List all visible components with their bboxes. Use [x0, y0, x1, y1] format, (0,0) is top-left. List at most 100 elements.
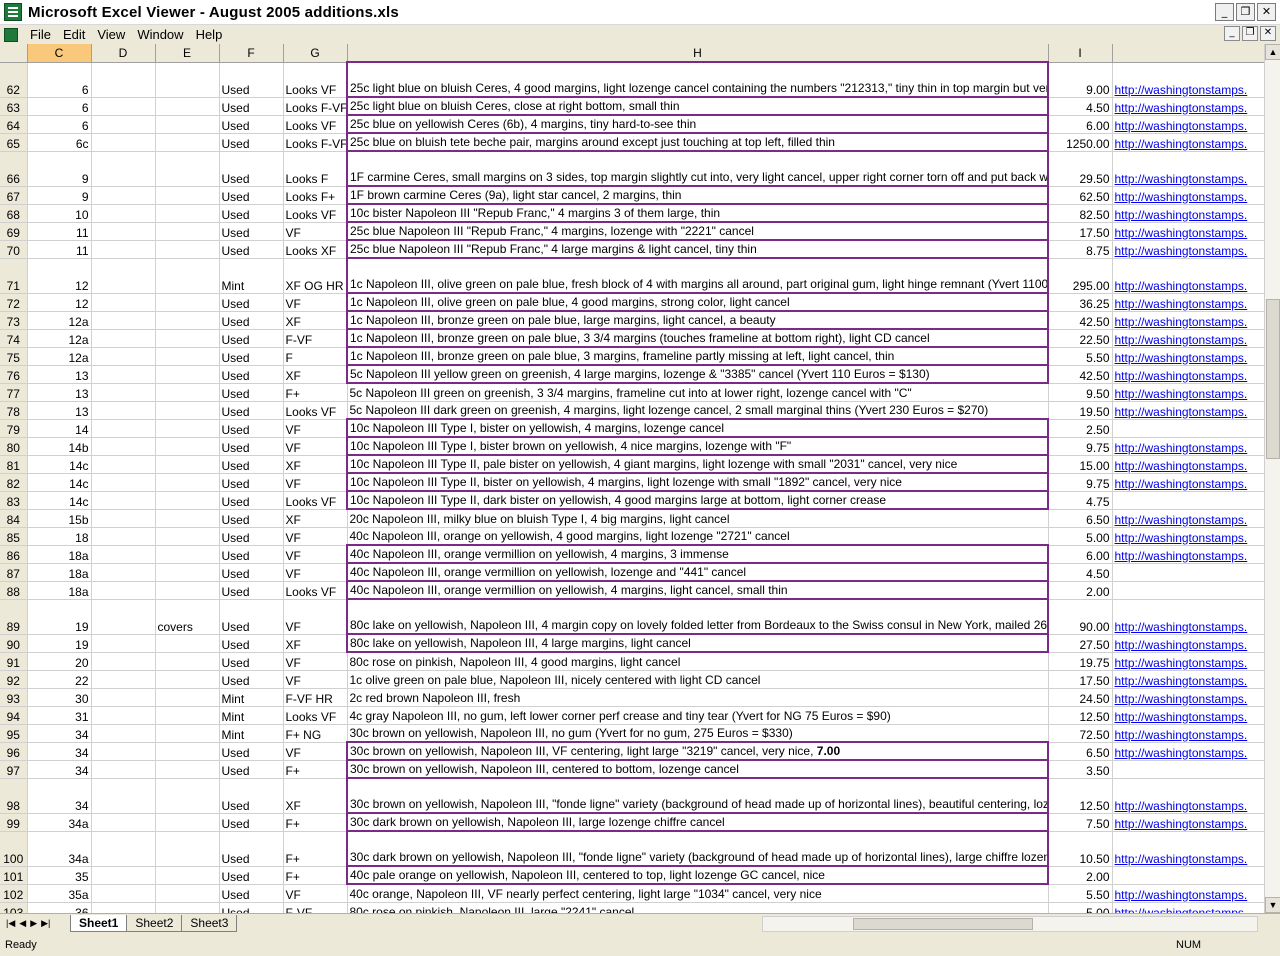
- cell-d[interactable]: [91, 437, 156, 456]
- cell-condition[interactable]: Used: [219, 652, 284, 671]
- cell-category[interactable]: [155, 527, 220, 546]
- cell-d[interactable]: [91, 813, 156, 832]
- cell-condition[interactable]: Used: [219, 491, 284, 510]
- cell-grade[interactable]: VF: [283, 545, 348, 564]
- cell-category[interactable]: [155, 365, 220, 384]
- cell-description[interactable]: 4c gray Napoleon III, no gum, left lower…: [347, 706, 1049, 725]
- cell-link[interactable]: http://washingtonstamps.: [1112, 831, 1264, 867]
- cell-price[interactable]: 9.50: [1048, 383, 1113, 402]
- cell-description[interactable]: 1c Napoleon III, olive green on pale blu…: [346, 257, 1049, 294]
- cell-scott-number[interactable]: 22: [27, 670, 92, 689]
- cell-description[interactable]: 40c Napoleon III, orange vermillion on y…: [346, 544, 1049, 564]
- cell-category[interactable]: [155, 62, 220, 98]
- row-header[interactable]: 65: [0, 133, 28, 152]
- cell-grade[interactable]: XF: [283, 509, 348, 528]
- cell-condition[interactable]: Used: [219, 62, 284, 98]
- cell-scott-number[interactable]: 14b: [27, 437, 92, 456]
- menu-file[interactable]: File: [24, 27, 57, 42]
- cell-grade[interactable]: Looks VF: [283, 706, 348, 725]
- workbook-minimize-button[interactable]: _: [1224, 26, 1240, 41]
- cell-price[interactable]: 36.25: [1048, 293, 1113, 312]
- row-header[interactable]: 101: [0, 866, 28, 885]
- cell-condition[interactable]: Used: [219, 509, 284, 528]
- cell-condition[interactable]: Used: [219, 902, 284, 913]
- cell-scott-number[interactable]: 12a: [27, 329, 92, 348]
- cell-condition[interactable]: Used: [219, 473, 284, 492]
- cell-link[interactable]: http://washingtonstamps.: [1112, 634, 1264, 653]
- cell-condition[interactable]: Used: [219, 115, 284, 134]
- menu-view[interactable]: View: [91, 27, 131, 42]
- cell-link[interactable]: http://washingtonstamps.: [1112, 311, 1264, 330]
- cell-link[interactable]: http://washingtonstamps.: [1112, 688, 1264, 707]
- cell-scott-number[interactable]: 14c: [27, 491, 92, 510]
- cell-category[interactable]: [155, 742, 220, 761]
- cell-price[interactable]: 8.75: [1048, 240, 1113, 259]
- cell-description[interactable]: 25c blue on bluish tete beche pair, marg…: [346, 132, 1049, 152]
- cell-category[interactable]: [155, 706, 220, 725]
- cell-description[interactable]: 1c Napoleon III, olive green on pale blu…: [346, 292, 1049, 312]
- cell-condition[interactable]: Used: [219, 419, 284, 438]
- cell-description[interactable]: 40c pale orange on yellowish, Napoleon I…: [346, 865, 1049, 885]
- tab-sheet1[interactable]: Sheet1: [70, 915, 128, 932]
- cell-grade[interactable]: Looks VF: [283, 401, 348, 420]
- horizontal-scroll-thumb[interactable]: [853, 918, 1033, 930]
- row-header[interactable]: 95: [0, 724, 28, 743]
- row-header[interactable]: 62: [0, 62, 28, 98]
- cell-description[interactable]: 25c blue on yellowish Ceres (6b), 4 marg…: [346, 114, 1049, 134]
- cell-d[interactable]: [91, 742, 156, 761]
- row-header[interactable]: 63: [0, 97, 28, 116]
- row-header[interactable]: 83: [0, 491, 28, 510]
- cell-scott-number[interactable]: 34a: [27, 831, 92, 867]
- cell-link[interactable]: http://washingtonstamps.: [1112, 151, 1264, 187]
- next-sheet-icon[interactable]: ▶: [30, 918, 37, 929]
- cell-d[interactable]: [91, 634, 156, 653]
- cell-category[interactable]: [155, 563, 220, 582]
- cell-grade[interactable]: Looks F+: [283, 186, 348, 205]
- cell-category[interactable]: [155, 204, 220, 223]
- cell-link[interactable]: http://washingtonstamps.: [1112, 670, 1264, 689]
- cell-scott-number[interactable]: 34a: [27, 813, 92, 832]
- row-header[interactable]: 99: [0, 813, 28, 832]
- cell-grade[interactable]: Looks VF: [283, 62, 348, 98]
- row-header[interactable]: 82: [0, 473, 28, 492]
- cell-link[interactable]: http://washingtonstamps.: [1112, 884, 1264, 903]
- cell-grade[interactable]: XF OG HR: [283, 258, 348, 294]
- cell-category[interactable]: [155, 491, 220, 510]
- vertical-scroll-thumb[interactable]: [1266, 299, 1280, 459]
- cell-d[interactable]: [91, 778, 156, 814]
- cell-category[interactable]: [155, 329, 220, 348]
- cell-category[interactable]: [155, 222, 220, 241]
- cell-price[interactable]: 42.50: [1048, 365, 1113, 384]
- cell-condition[interactable]: Used: [219, 222, 284, 241]
- cell-grade[interactable]: F-VF HR: [283, 688, 348, 707]
- cell-d[interactable]: [91, 599, 156, 635]
- cell-grade[interactable]: Looks VF: [283, 115, 348, 134]
- cell-price[interactable]: 6.00: [1048, 545, 1113, 564]
- column-header-g[interactable]: G: [283, 44, 348, 63]
- cell-scott-number[interactable]: 18a: [27, 545, 92, 564]
- row-header[interactable]: 91: [0, 652, 28, 671]
- cell-description[interactable]: 30c brown on yellowish, Napoleon III, VF…: [346, 741, 1049, 761]
- cell-grade[interactable]: F+: [283, 831, 348, 867]
- row-header[interactable]: 64: [0, 115, 28, 134]
- cell-link[interactable]: http://washingtonstamps.: [1112, 365, 1264, 384]
- cell-grade[interactable]: VF: [283, 222, 348, 241]
- cell-scott-number[interactable]: 9: [27, 151, 92, 187]
- row-header[interactable]: 92: [0, 670, 28, 689]
- cell-link[interactable]: http://washingtonstamps.: [1112, 437, 1264, 456]
- cell-scott-number[interactable]: 14: [27, 419, 92, 438]
- cell-category[interactable]: [155, 455, 220, 474]
- cell-description[interactable]: 25c blue Napoleon III "Repub Franc," 4 m…: [346, 221, 1049, 241]
- cell-d[interactable]: [91, 455, 156, 474]
- cell-description[interactable]: 10c Napoleon III Type I, bister on yello…: [346, 418, 1049, 438]
- cell-link[interactable]: http://washingtonstamps.: [1112, 706, 1264, 725]
- cell-d[interactable]: [91, 365, 156, 384]
- cell-condition[interactable]: Used: [219, 329, 284, 348]
- cell-scott-number[interactable]: 9: [27, 186, 92, 205]
- workbook-restore-button[interactable]: ❐: [1242, 26, 1258, 41]
- cell-link[interactable]: http://washingtonstamps.: [1112, 599, 1264, 635]
- cell-grade[interactable]: Looks F-VF: [283, 97, 348, 116]
- cell-price[interactable]: 5.50: [1048, 347, 1113, 366]
- cell-grade[interactable]: VF: [283, 742, 348, 761]
- cell-description[interactable]: 40c Napoleon III, orange vermillion on y…: [346, 562, 1049, 582]
